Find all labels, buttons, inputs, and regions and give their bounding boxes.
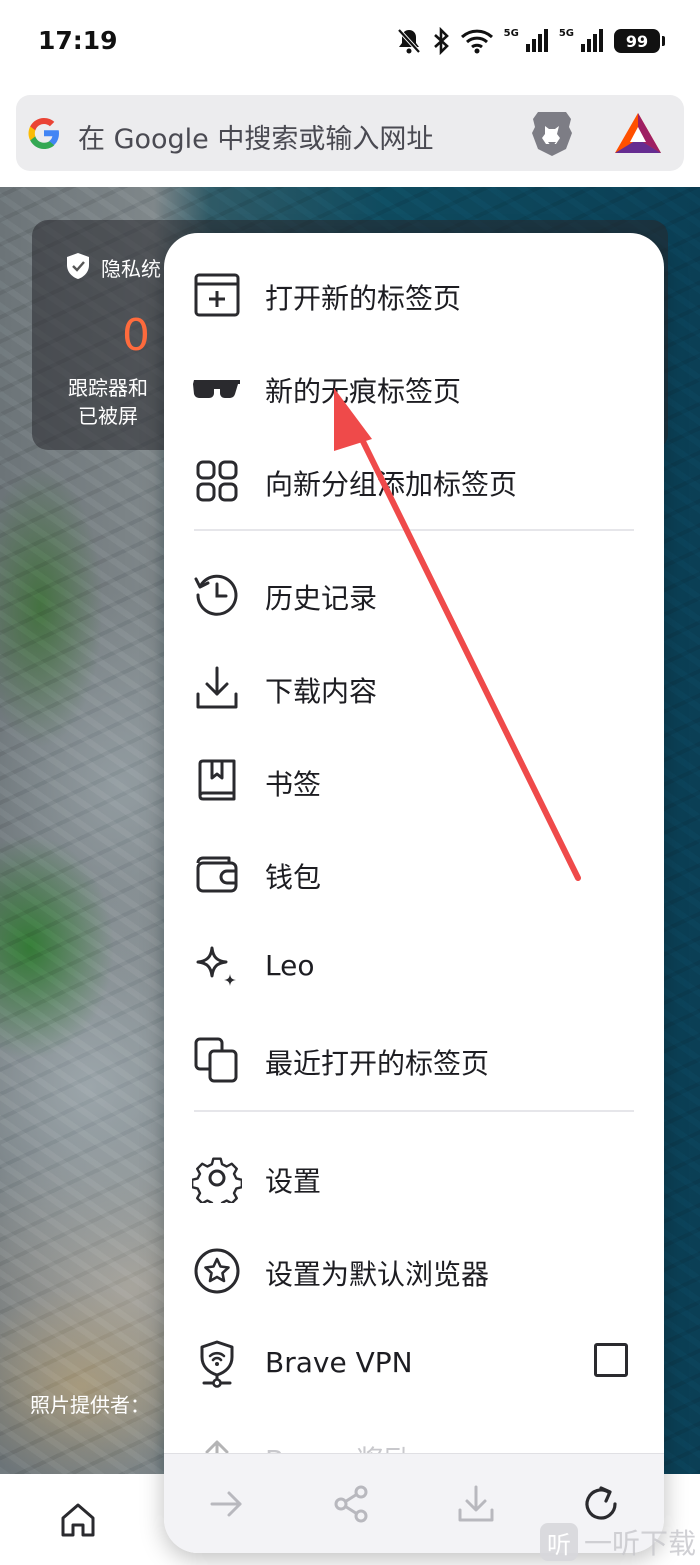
gear-icon (192, 1157, 242, 1203)
menu-item-label: 向新分组添加标签页 (265, 468, 518, 501)
address-search-bar[interactable]: 在 Google 中搜索或输入网址 (16, 95, 684, 171)
brave-vpn-checkbox[interactable] (594, 1343, 628, 1377)
menu-item-leo[interactable]: Leo (164, 915, 664, 1005)
privacy-desc-line2: 已被屏 (78, 404, 138, 428)
reload-icon[interactable] (579, 1482, 623, 1526)
status-bar: 17:19 5G 5G 99 (0, 0, 700, 85)
menu-item-label: 设置 (265, 1165, 322, 1198)
menu-item-private-tab[interactable]: 新的无痕标签页 (164, 336, 664, 426)
google-icon (28, 118, 59, 149)
app-menu: 打开新的标签页 新的无痕标签页 向新分组添加标签页 历史记录 下载内容 书签 钱… (164, 233, 664, 1553)
privacy-card-desc: 跟踪器和 已被屏 (68, 374, 148, 430)
menu-divider (194, 529, 634, 531)
menu-item-bookmarks[interactable]: 书签 (164, 729, 664, 819)
menu-item-settings[interactable]: 设置 (164, 1126, 664, 1216)
shield-check-icon (67, 253, 89, 279)
status-time: 17:19 (38, 26, 118, 55)
menu-item-label: 打开新的标签页 (265, 282, 462, 315)
tab-group-icon (196, 460, 238, 502)
recent-tabs-icon (194, 1037, 238, 1083)
mute-bell-icon (397, 28, 421, 54)
status-icons: 5G 5G 99 (396, 26, 665, 56)
menu-item-new-tab[interactable]: 打开新的标签页 (164, 243, 664, 333)
download-page-icon[interactable] (454, 1482, 498, 1526)
signal1-label: 5G (503, 27, 519, 39)
signal-bars-icon (525, 29, 548, 52)
bluetooth-icon (433, 27, 449, 55)
wallet-icon (196, 856, 238, 893)
menu-item-label: 设置为默认浏览器 (265, 1258, 490, 1291)
menu-divider (194, 1110, 634, 1112)
new-tab-icon (194, 273, 240, 317)
download-icon (196, 666, 238, 709)
home-icon[interactable] (58, 1500, 98, 1540)
brave-shields-icon[interactable] (528, 108, 576, 158)
menu-item-brave-vpn[interactable]: Brave VPN (164, 1312, 664, 1402)
menu-item-history[interactable]: 历史记录 (164, 543, 664, 633)
menu-item-set-default-browser[interactable]: 设置为默认浏览器 (164, 1219, 664, 1309)
battery-indicator: 99 (614, 29, 665, 53)
menu-item-label: 书签 (265, 768, 322, 801)
watermark-logo: 听 (540, 1523, 578, 1561)
menu-item-label: 历史记录 (265, 582, 378, 615)
default-browser-icon (194, 1248, 240, 1294)
vpn-icon (200, 1340, 234, 1388)
menu-item-add-tab-group[interactable]: 向新分组添加标签页 (164, 429, 664, 519)
photo-credit[interactable]: 照片提供者： (30, 1389, 150, 1418)
menu-item-recent-tabs[interactable]: 最近打开的标签页 (164, 1008, 664, 1098)
privacy-card-title: 隐私统 (101, 257, 161, 281)
history-icon (194, 574, 238, 616)
incognito-glasses-icon (193, 380, 240, 398)
menu-item-downloads[interactable]: 下载内容 (164, 636, 664, 726)
brave-rewards-bat-icon[interactable] (613, 111, 663, 155)
bookmark-icon (198, 759, 236, 801)
signal2-label: 5G (558, 27, 574, 39)
leo-sparkle-icon (196, 946, 236, 986)
forward-icon[interactable] (204, 1482, 248, 1526)
menu-item-wallet[interactable]: 钱包 (164, 822, 664, 912)
menu-item-label: 钱包 (265, 861, 322, 894)
menu-item-label: Leo (265, 949, 315, 982)
menu-item-label: 最近打开的标签页 (265, 1047, 490, 1080)
menu-item-label: 下载内容 (265, 675, 378, 708)
share-icon[interactable] (329, 1482, 373, 1526)
trackers-blocked-count: 0 (122, 310, 150, 361)
wifi-icon (460, 29, 493, 54)
signal-bars-icon (581, 29, 603, 52)
menu-item-label: Brave VPN (265, 1346, 413, 1379)
privacy-desc-line1: 跟踪器和 (68, 376, 148, 400)
search-placeholder[interactable]: 在 Google 中搜索或输入网址 (78, 117, 433, 156)
watermark: 听 一听下载 (540, 1522, 696, 1562)
watermark-text: 一听下载 (584, 1527, 697, 1560)
menu-item-label: 新的无痕标签页 (265, 375, 462, 408)
